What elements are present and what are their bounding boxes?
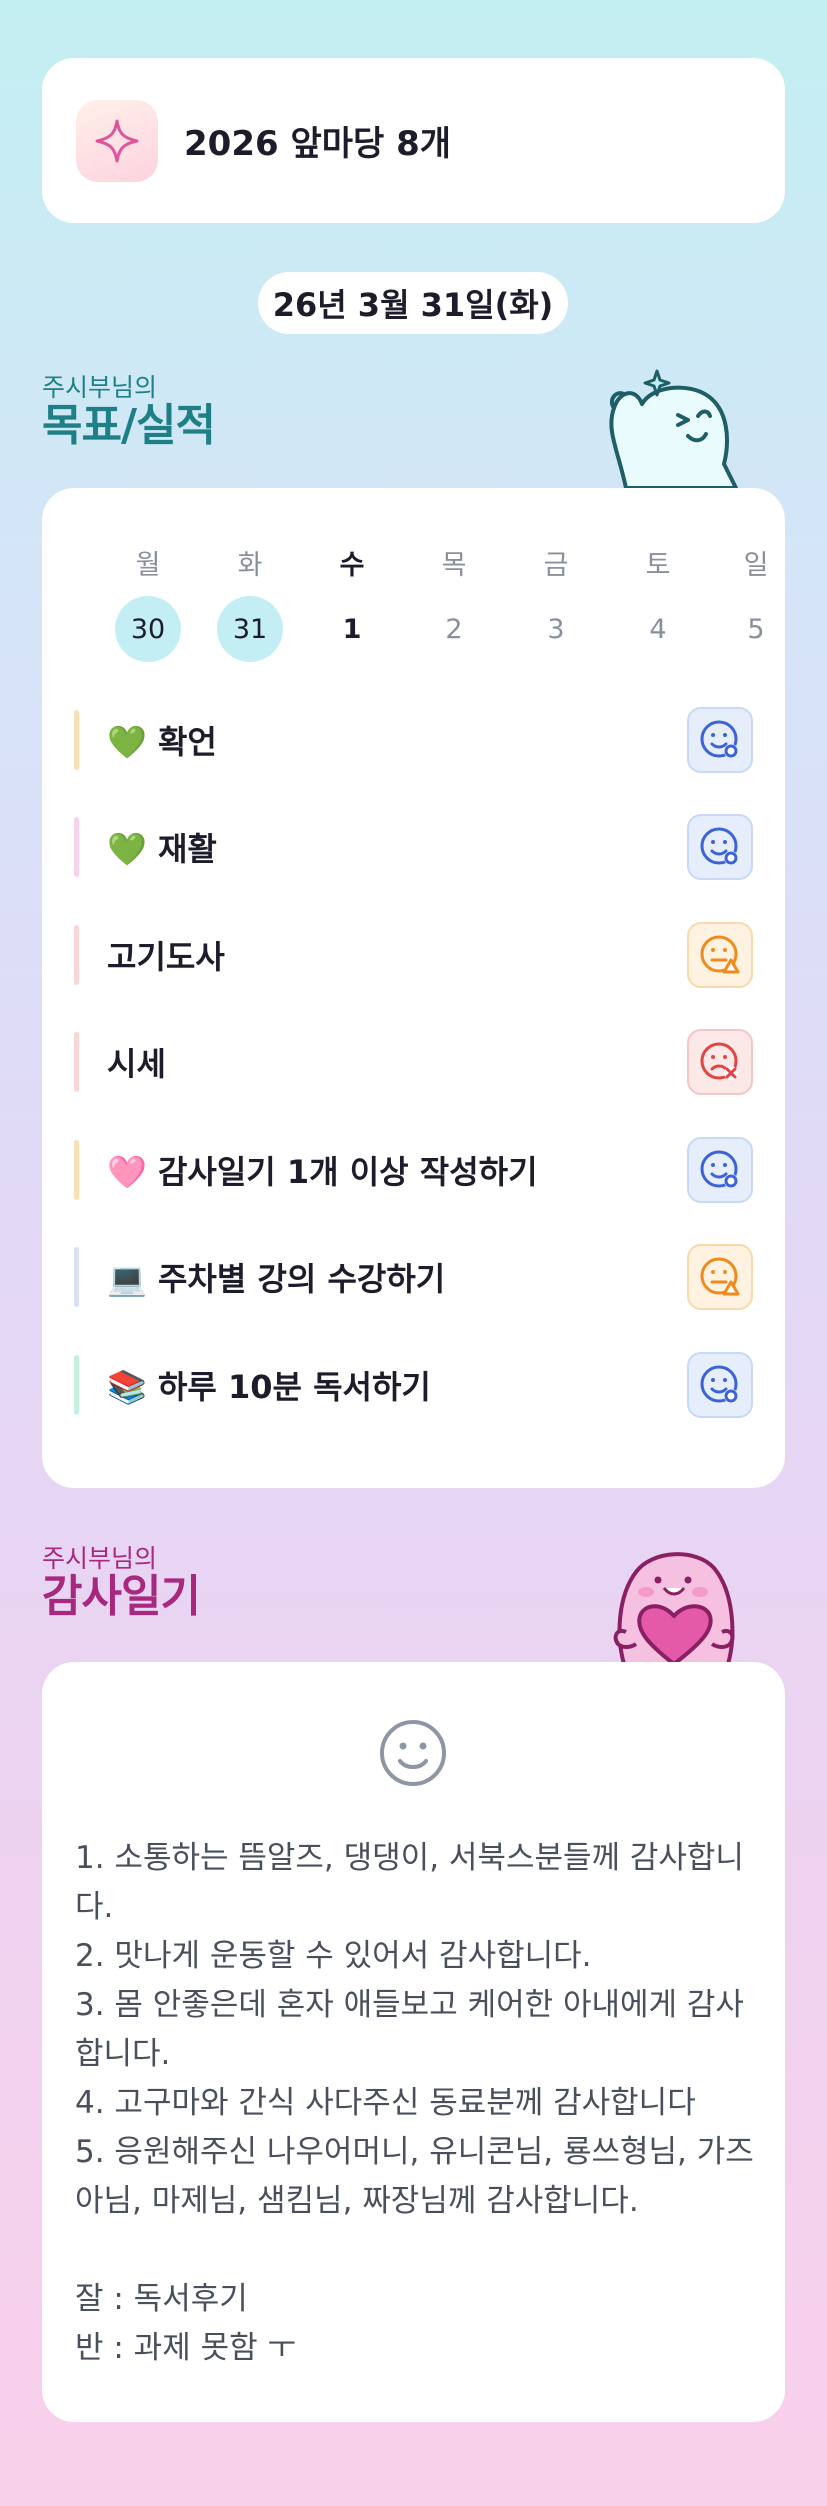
gratitude-journal-card: 1. 소통하는 뜸알즈, 댕댕이, 서북스분들께 감사합니다. 2. 맛나게 운… [42,1662,785,2422]
goal-label: 고기도사 [107,938,225,976]
status-good-icon[interactable] [687,814,753,880]
weekday-label: 수 [339,550,365,581]
gratitude-journal-text: 1. 소통하는 뜸알즈, 댕댕이, 서북스분들께 감사합니다. 2. 맛나게 운… [75,1834,765,2373]
calendar-day-today[interactable]: 1 [319,596,385,662]
thanks-heading-title: 감사일기 [42,1571,201,1622]
goal-label: 📚 하루 10분 독서하기 [107,1368,431,1406]
weekday-label: 목 [441,550,467,581]
gratitude-line: 1. 소통하는 뜸알즈, 댕댕이, 서북스분들께 감사합니다. [75,1840,744,1925]
status-partial-icon[interactable] [687,922,753,988]
ghost-mascot-illustration [596,360,746,499]
gratitude-line: 3. 몸 안좋은데 혼자 애들보고 케어한 아내에게 감사합니다. [75,1987,744,2072]
goals-heading-title: 목표/실적 [42,400,216,451]
goal-color-bar [74,925,79,985]
weekday-label: 화 [237,550,263,581]
goal-label: 💻 주차별 강의 수강하기 [107,1260,446,1298]
goals-section-heading: 주시부님의 목표/실적 [42,373,216,451]
calendar-day[interactable]: 30 [115,596,181,662]
calendar-day[interactable]: 3 [523,596,589,662]
goal-color-bar [74,1355,79,1415]
goal-row[interactable]: 고기도사 [74,922,753,988]
goal-label: 💚 재활 [107,830,217,868]
calendar-day[interactable]: 5 [723,596,789,662]
goal-row[interactable]: 📚 하루 10분 독서하기 [74,1352,753,1418]
thanks-heading-sub: 주시부님의 [42,1544,158,1573]
sparkle-icon [76,99,158,182]
status-good-icon[interactable] [687,1137,753,1203]
weekday-label: 금 [543,550,569,581]
goal-row[interactable]: 💚 확언 [74,707,753,773]
gratitude-line: 4. 고구마와 간식 사다주신 동료분께 감사합니다 [75,2085,696,2121]
goal-color-bar [74,710,79,770]
weekday-label: 월 [135,550,161,581]
goal-row[interactable]: 💚 재활 [74,814,753,880]
goal-color-bar [74,1247,79,1307]
goal-label: 💚 확언 [107,723,217,761]
current-date-pill[interactable]: 26년 3월 31일(화) [258,272,568,334]
gratitude-line: 5. 응원해주신 나우어머니, 유니콘님, 룡쓰형님, 가즈아님, 마제님, 샘… [75,2134,754,2219]
banner-title: 2026 앞마당 8개 [184,124,452,164]
heart-mascot-illustration [596,1536,756,1668]
status-fail-icon[interactable] [687,1029,753,1095]
weekday-label: 일 [743,550,769,581]
year-goal-banner[interactable]: 2026 앞마당 8개 [42,58,785,223]
status-partial-icon[interactable] [687,1244,753,1310]
goal-label: 시세 [107,1045,166,1083]
gratitude-line: 2. 맛나게 운동할 수 있어서 감사합니다. [75,1938,592,1974]
thanks-section-heading: 주시부님의 감사일기 [42,1544,201,1622]
goal-color-bar [74,817,79,877]
reflection-bad-line: 반 : 과제 못함 ㅜ [75,2330,296,2366]
status-good-icon[interactable] [687,1352,753,1418]
goal-color-bar [74,1140,79,1200]
goal-row[interactable]: 💻 주차별 강의 수강하기 [74,1244,753,1310]
smile-face-icon [378,1718,448,1792]
calendar-day[interactable]: 2 [421,596,487,662]
goals-card: 월 화 수 목 금 토 일 30 31 1 2 3 4 5 💚 확언 💚 재활 … [42,488,785,1488]
goal-row[interactable]: 시세 [74,1029,753,1095]
goals-heading-sub: 주시부님의 [42,373,158,402]
reflection-good-line: 잘 : 독서후기 [75,2281,248,2317]
goal-color-bar [74,1032,79,1092]
calendar-day[interactable]: 4 [625,596,691,662]
status-good-icon[interactable] [687,707,753,773]
calendar-day[interactable]: 31 [217,596,283,662]
goal-label: 🩷 감사일기 1개 이상 작성하기 [107,1153,538,1191]
goal-row[interactable]: 🩷 감사일기 1개 이상 작성하기 [74,1137,753,1203]
weekday-label: 토 [645,550,671,581]
